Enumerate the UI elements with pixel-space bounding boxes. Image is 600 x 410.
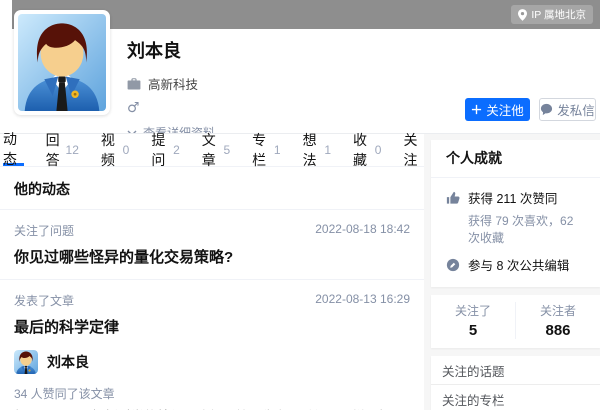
sidebar-links-card: 关注的话题 关注的专栏 关注的问题 关注的收藏夹 [431, 356, 600, 410]
tab-count: 5 [223, 143, 230, 157]
tab-label: 想法 [303, 130, 321, 170]
author-name[interactable]: 刘本良 [47, 352, 89, 372]
edits-row: 参与 8 次公共编辑 [446, 255, 585, 274]
tab-ideas[interactable]: 想法1 [303, 134, 331, 166]
tab-count: 2 [173, 143, 180, 157]
thumb-up-icon [446, 191, 460, 205]
feed-timestamp: 2022-08-13 16:29 [315, 292, 410, 306]
ip-location-text: IP 属地北京 [531, 7, 586, 22]
follow-stats-card: 关注了 5 关注者 886 [431, 295, 600, 348]
achievements-card: 个人成就 获得 211 次赞同 获得 79 次喜欢，62 次收藏 参与 8 次公… [431, 140, 600, 287]
feed-timestamp: 2022-08-18 18:42 [315, 222, 410, 236]
following-count: 5 [431, 322, 515, 339]
content-area: 动态 回答12 视频0 提问2 文章5 专栏1 想法1 收藏0 关注 他的动态 … [0, 134, 600, 410]
profile-avatar[interactable] [14, 10, 110, 115]
tab-columns[interactable]: 专栏1 [252, 134, 280, 166]
author-avatar[interactable] [14, 350, 38, 374]
followers-label: 关注者 [516, 302, 600, 319]
profile-name: 刘本良 [127, 37, 215, 63]
achievements-title: 个人成就 [431, 140, 600, 178]
company-row: 高新科技 [127, 74, 215, 93]
tab-count: 1 [324, 143, 331, 157]
tab-questions[interactable]: 提问2 [151, 134, 179, 166]
tab-label: 专栏 [252, 130, 270, 170]
tab-count: 1 [274, 143, 281, 157]
tab-label: 回答 [46, 130, 62, 170]
upvotes-text: 获得 211 次赞同 [468, 188, 557, 207]
tab-label: 文章 [202, 130, 220, 170]
sidebar-item-followed-columns[interactable]: 关注的专栏 [431, 385, 600, 410]
briefcase-icon [127, 77, 141, 90]
plus-icon [471, 104, 482, 115]
tab-label: 收藏 [353, 130, 371, 170]
follow-button-label: 关注他 [486, 100, 524, 119]
ip-location-badge: IP 属地北京 [511, 5, 593, 24]
message-button-label: 发私信 [557, 100, 595, 119]
profile-info: 刘本良 高新科技 ♂ 查看详细资料 [127, 37, 215, 141]
vote-count-text: 34 人赞同了该文章 [14, 385, 410, 402]
article-title-link[interactable]: 最后的科学定律 [14, 316, 410, 337]
tab-answers[interactable]: 回答12 [46, 134, 79, 166]
company-text: 高新科技 [148, 74, 198, 93]
article-author-row[interactable]: 刘本良 [14, 350, 410, 374]
upvotes-row: 获得 211 次赞同 [446, 188, 585, 207]
profile-page: IP 属地北京 刘本良 高新科技 ♂ 查看详细资料 关注他 [0, 0, 600, 410]
profile-tabs: 动态 回答12 视频0 提问2 文章5 专栏1 想法1 收藏0 关注 [0, 134, 424, 167]
tab-count: 0 [375, 143, 382, 157]
pencil-circle-icon [446, 258, 460, 272]
avatar-image [18, 14, 106, 111]
tab-label: 动态 [3, 129, 24, 169]
tab-label: 提问 [151, 130, 169, 170]
tab-articles[interactable]: 文章5 [202, 134, 230, 166]
sidebar-item-followed-topics[interactable]: 关注的话题 [431, 356, 600, 385]
sidebar: 个人成就 获得 211 次赞同 获得 79 次喜欢，62 次收藏 参与 8 次公… [431, 134, 600, 410]
tab-following[interactable]: 关注 [403, 134, 424, 166]
main-column: 动态 回答12 视频0 提问2 文章5 专栏1 想法1 收藏0 关注 他的动态 … [0, 134, 424, 410]
tab-label: 关注 [403, 130, 424, 170]
question-title-link[interactable]: 你见过哪些怪异的量化交易策略? [14, 246, 410, 267]
tab-count: 0 [123, 143, 130, 157]
following-stat[interactable]: 关注了 5 [431, 302, 516, 339]
followers-stat[interactable]: 关注者 886 [516, 302, 600, 339]
tab-feed[interactable]: 动态 [3, 134, 24, 166]
achievements-body: 获得 211 次赞同 获得 79 次喜欢，62 次收藏 参与 8 次公共编辑 [431, 178, 600, 287]
following-label: 关注了 [431, 302, 515, 319]
avatar-image [14, 350, 38, 374]
location-pin-icon [518, 9, 527, 21]
male-icon: ♂ [127, 101, 215, 115]
tab-collections[interactable]: 收藏0 [353, 134, 381, 166]
tab-count: 12 [66, 143, 79, 157]
chat-bubble-icon [540, 103, 553, 116]
feed-section-title: 他的动态 [0, 167, 424, 210]
feed-item: 关注了问题 2022-08-18 18:42 你见过哪些怪异的量化交易策略? [0, 210, 424, 280]
followers-count: 886 [516, 322, 600, 339]
tab-label: 视频 [101, 130, 119, 170]
edits-text: 参与 8 次公共编辑 [468, 255, 569, 274]
follow-button[interactable]: 关注他 [465, 98, 530, 121]
message-button[interactable]: 发私信 [539, 98, 596, 121]
tab-videos[interactable]: 视频0 [101, 134, 129, 166]
likes-collects-text: 获得 79 次喜欢，62 次收藏 [468, 212, 585, 246]
feed-item: 发表了文章 2022-08-13 16:29 最后的科学定律 刘本良 34 人赞… [0, 280, 424, 410]
